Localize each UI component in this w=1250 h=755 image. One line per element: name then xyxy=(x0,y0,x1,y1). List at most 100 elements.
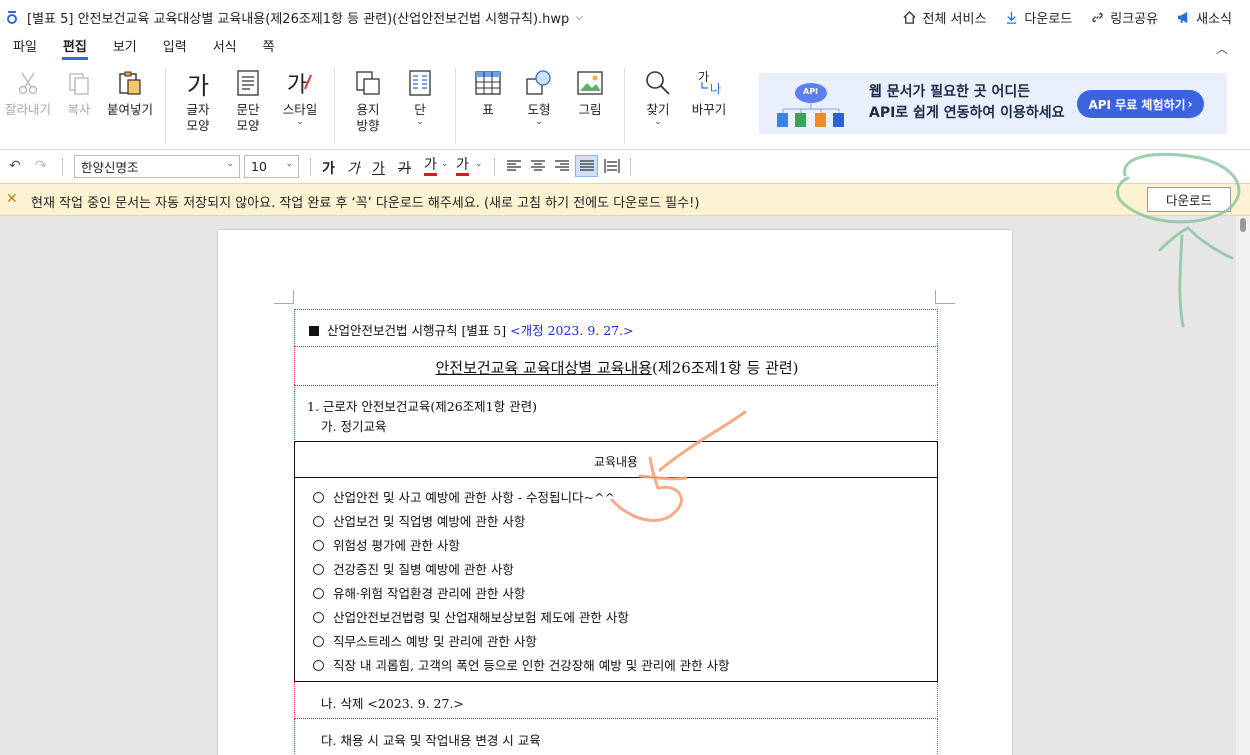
tab-insert[interactable]: 입력 xyxy=(150,36,200,60)
scrollbar-thumb[interactable] xyxy=(1240,218,1246,232)
char-shape-icon: 가 xyxy=(186,71,210,100)
align-center-icon[interactable] xyxy=(530,159,546,177)
tab-view[interactable]: 보기 xyxy=(100,36,150,60)
toolbar-separator xyxy=(494,158,495,176)
section-1-heading: 1. 근로자 안전보건교육(제26조제1항 관련) xyxy=(307,399,537,414)
circle-bullet-icon xyxy=(313,612,324,623)
doc-title: 안전보건교육 교육대상별 교육내용(제26조제1항 등 관련) xyxy=(295,357,939,378)
columns-button[interactable]: 단 ⌄ xyxy=(402,66,438,127)
font-select[interactable]: 한양신명조 ⌄ xyxy=(74,155,240,178)
all-services-link[interactable]: 전체 서비스 xyxy=(902,8,986,27)
toolbar-separator xyxy=(630,158,631,176)
para-shape-label-2: 모양 xyxy=(236,118,260,133)
list-item: 직장 내 괴롭힘, 고객의 폭언 등으로 인한 건강장해 예방 및 관리에 관한… xyxy=(313,655,730,674)
circle-bullet-icon xyxy=(313,540,324,551)
align-distribute-icon[interactable] xyxy=(604,159,620,177)
undo-icon[interactable]: ↶ xyxy=(9,158,21,174)
table-label: 표 xyxy=(482,102,494,117)
megaphone-icon xyxy=(1177,11,1188,23)
font-chevron-down-icon: ⌄ xyxy=(226,159,234,169)
list-item-text: 건강증진 및 질병 예방에 관한 사항 xyxy=(333,562,514,577)
shape-icon xyxy=(522,66,556,100)
download-icon xyxy=(1007,11,1017,24)
api-trial-button[interactable]: API 무료 체험하기 › xyxy=(1077,90,1204,118)
tab-file[interactable]: 파일 xyxy=(0,36,50,60)
font-size-select[interactable]: 10 ⌄ xyxy=(244,155,299,178)
tab-page[interactable]: 쪽 xyxy=(250,36,288,60)
ribbon-separator xyxy=(165,68,166,144)
bold-button[interactable]: 가 xyxy=(322,158,335,178)
paste-icon xyxy=(113,66,147,100)
list-item-text: 직무스트레스 예방 및 관리에 관한 사항 xyxy=(333,634,537,649)
paste-button[interactable]: 붙여넣기 xyxy=(104,66,156,118)
banner-line-2: API로 쉽게 연동하여 이용하세요 xyxy=(869,105,1065,121)
list-item: 유해·위험 작업환경 관리에 관한 사항 xyxy=(313,583,525,602)
collapse-ribbon-icon[interactable]: ︿ xyxy=(1216,40,1228,57)
tab-format[interactable]: 서식 xyxy=(200,36,250,60)
underline-button[interactable]: 가 xyxy=(372,158,385,178)
redo-icon[interactable]: ↷ xyxy=(35,158,47,174)
link-share-link[interactable]: 링크공유 xyxy=(1090,8,1158,27)
list-item-text: 직장 내 괴롭힘, 고객의 폭언 등으로 인한 건강장해 예방 및 관리에 관한… xyxy=(333,658,730,673)
close-icon[interactable]: ✕ xyxy=(6,191,18,207)
align-left-icon[interactable] xyxy=(506,159,522,177)
style-label: 스타일 xyxy=(282,102,318,117)
hancom-logo-icon xyxy=(5,10,19,24)
shape-button[interactable]: 도형 ⌄ xyxy=(520,66,558,127)
news-link[interactable]: 새소식 xyxy=(1176,8,1232,27)
document-page[interactable]: 산업안전보건법 시행규칙 [별표 5] <개정 2023. 9. 27.> 안전… xyxy=(218,230,1012,755)
menu-bar: 파일 편집 보기 입력 서식 쪽 ︿ xyxy=(0,34,1250,60)
section-1-ga: 가. 정기교육 xyxy=(321,419,387,434)
copy-button[interactable]: 복사 xyxy=(62,66,96,118)
autosave-notice-bar: ✕ 현재 작업 중인 문서는 자동 저장되지 않아요. 작업 완료 후 ‘꼭’ … xyxy=(0,183,1250,216)
table-button[interactable]: 표 xyxy=(470,66,506,118)
list-item-text: 산업안전보건법령 및 산업재해보상보험 제도에 관한 사항 xyxy=(333,610,629,625)
highlight-button[interactable]: 가 xyxy=(456,157,469,176)
document-title[interactable]: [별표 5] 안전보건교육 교육대상별 교육내용(제26조제1항 등 관련)(산… xyxy=(27,8,569,27)
align-justify-icon[interactable] xyxy=(575,155,598,177)
list-item: 위험성 평가에 관한 사항 xyxy=(313,535,460,554)
list-item-text: 산업안전 및 사고 예방에 관한 사항 - 수정됩니다~^^ xyxy=(333,490,615,505)
para-shape-button[interactable]: 문단 모양 xyxy=(230,66,266,134)
style-dropdown-icon: ⌄ xyxy=(296,117,304,127)
banner-line-1: 웹 문서가 필요한 곳 어디든 xyxy=(869,84,1031,100)
list-item-text: 위험성 평가에 관한 사항 xyxy=(333,538,460,553)
cut-button[interactable]: 잘라내기 xyxy=(4,66,52,118)
notice-download-button[interactable]: 다운로드 xyxy=(1147,187,1231,212)
table-icon xyxy=(471,66,505,100)
align-right-icon[interactable] xyxy=(554,159,570,177)
list-item-text: 산업보건 및 직업병 예방에 관한 사항 xyxy=(333,514,526,529)
all-services-label: 전체 서비스 xyxy=(922,11,987,27)
font-color-dropdown-icon[interactable]: ⌄ xyxy=(441,159,449,169)
italic-button[interactable]: 가 xyxy=(347,158,360,178)
find-dropdown-icon: ⌄ xyxy=(654,117,662,127)
law-header-cell: 산업안전보건법 시행규칙 [별표 5] <개정 2023. 9. 27.> xyxy=(294,309,938,346)
title-chevron-down-icon[interactable]: ⌵ xyxy=(575,12,583,23)
char-shape-label-2: 모양 xyxy=(186,118,210,133)
paper-orientation-button[interactable]: 용지 방향 xyxy=(350,66,386,134)
link-share-label: 링크공유 xyxy=(1110,11,1159,27)
replace-label: 바꾸기 xyxy=(691,102,727,117)
link-icon xyxy=(1092,12,1103,22)
list-item: 산업안전 및 사고 예방에 관한 사항 - 수정됩니다~^^ xyxy=(313,487,615,506)
highlight-dropdown-icon[interactable]: ⌄ xyxy=(475,159,483,169)
law-header-line: 산업안전보건법 시행규칙 [별표 5] <개정 2023. 9. 27.> xyxy=(309,320,634,339)
tab-edit[interactable]: 편집 xyxy=(50,36,100,60)
style-button[interactable]: 가 스타일 ⌄ xyxy=(278,66,322,127)
shape-label: 도형 xyxy=(527,102,551,117)
section-1-da: 다. 채용 시 교육 및 작업내용 변경 시 교육 xyxy=(321,733,541,748)
replace-button[interactable]: 가 나 바꾸기 xyxy=(688,66,730,118)
section-1-da-cell: 다. 채용 시 교육 및 작업내용 변경 시 교육 xyxy=(294,718,938,755)
download-link[interactable]: 다운로드 xyxy=(1004,8,1072,27)
strikethrough-button[interactable]: 가 xyxy=(398,158,411,178)
api-promo-banner[interactable]: API 웹 문서가 필요한 곳 어디든 API로 쉽게 연동하여 이용하세요 A… xyxy=(759,73,1227,134)
document-canvas[interactable]: 산업안전보건법 시행규칙 [별표 5] <개정 2023. 9. 27.> 안전… xyxy=(0,216,1250,755)
vertical-scrollbar[interactable] xyxy=(1236,216,1250,755)
education-content-table: 산업안전 및 사고 예방에 관한 사항 - 수정됩니다~^^ 산업보건 및 직업… xyxy=(294,477,938,682)
para-shape-label-1: 문단 xyxy=(236,102,260,117)
font-color-button[interactable]: 가 xyxy=(424,157,437,176)
find-button[interactable]: 찾기 ⌄ xyxy=(640,66,676,127)
columns-dropdown-icon: ⌄ xyxy=(416,117,424,127)
picture-button[interactable]: 그림 xyxy=(572,66,608,118)
char-shape-button[interactable]: 가 글자 모양 xyxy=(180,66,216,134)
